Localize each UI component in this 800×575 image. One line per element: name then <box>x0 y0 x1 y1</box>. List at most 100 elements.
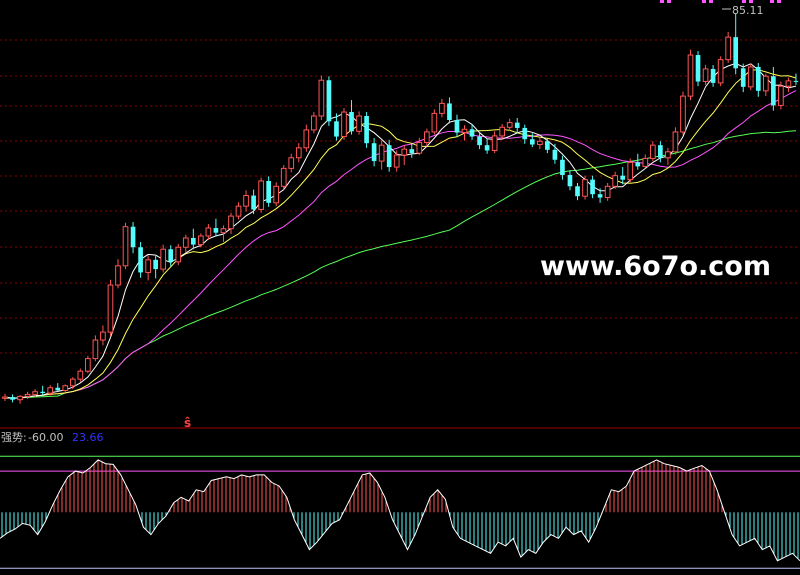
candle-body <box>138 247 143 273</box>
candle <box>620 167 626 185</box>
candle <box>303 124 310 152</box>
candle <box>122 222 129 270</box>
candle <box>506 118 513 131</box>
indicator-label: 强势: <box>1 431 27 444</box>
candle-body <box>695 55 701 82</box>
candle-body <box>243 195 249 207</box>
candle-body <box>477 136 482 146</box>
candle <box>40 385 45 396</box>
candle <box>341 108 347 140</box>
candle-body <box>153 259 158 270</box>
top-tick-2 <box>702 0 706 3</box>
candle-body <box>100 331 106 341</box>
candle <box>401 145 408 166</box>
candle <box>717 56 724 87</box>
candle-body <box>560 159 565 176</box>
candle-body <box>17 395 23 401</box>
candle <box>702 64 709 85</box>
candle <box>545 137 550 154</box>
candle-body <box>447 103 452 120</box>
candle <box>710 64 716 87</box>
candle-body <box>665 151 671 159</box>
candle-body <box>115 265 121 286</box>
candle <box>590 175 595 199</box>
candle <box>280 165 287 190</box>
candle-body <box>168 249 174 262</box>
candle <box>461 125 468 141</box>
candlestick-series <box>2 13 799 404</box>
candle-body <box>378 144 385 162</box>
candle <box>665 147 671 166</box>
top-tick-4 <box>742 0 746 3</box>
candle <box>582 175 588 200</box>
candle <box>190 228 196 250</box>
candle-body <box>205 227 212 237</box>
candle <box>198 233 204 248</box>
candle <box>687 49 694 101</box>
candle <box>10 394 15 403</box>
candle <box>318 75 325 120</box>
candle-body <box>24 393 31 397</box>
candle-body <box>266 180 271 203</box>
candle <box>447 97 452 124</box>
candle-body <box>454 119 460 133</box>
main-chart-grid <box>0 39 800 429</box>
candle-body <box>280 167 287 187</box>
candle-body <box>755 66 761 91</box>
candle-body <box>288 157 295 169</box>
candle <box>740 63 746 93</box>
candle <box>785 77 792 93</box>
candle <box>251 189 256 215</box>
candle-body <box>326 80 332 122</box>
candle <box>371 137 377 167</box>
candle <box>107 279 114 337</box>
candle <box>695 51 701 87</box>
candle <box>725 31 731 63</box>
candle-body <box>597 194 603 198</box>
candle <box>393 150 400 172</box>
candle-body <box>213 228 219 233</box>
candle-body <box>235 205 242 217</box>
candle-body <box>130 226 136 248</box>
candle <box>514 118 520 134</box>
candle <box>92 335 99 362</box>
top-tick-0 <box>660 0 664 3</box>
candle-body <box>62 385 69 391</box>
candle <box>295 143 302 163</box>
candle-body <box>251 195 256 210</box>
candle-body <box>733 37 739 69</box>
candle-body <box>529 139 535 145</box>
candle-body <box>545 141 550 150</box>
candle-body <box>424 131 430 144</box>
candle <box>733 13 739 75</box>
candle-body <box>386 145 392 168</box>
candle-body <box>228 215 234 230</box>
candle-body <box>85 358 91 372</box>
high-price-label: 85.11 <box>732 4 764 17</box>
candle <box>168 245 174 267</box>
candle-body <box>341 111 347 138</box>
indicator-secondary-value: 23.66 <box>72 431 104 444</box>
candle <box>672 127 679 155</box>
candle-body <box>537 140 543 146</box>
candle <box>378 140 385 170</box>
candle-body <box>635 162 641 167</box>
candle-body <box>785 80 792 87</box>
candle-body <box>680 95 686 133</box>
candle <box>642 154 649 169</box>
candle-body <box>356 115 362 132</box>
candle-body <box>627 161 634 181</box>
candle-body <box>303 129 310 149</box>
candle-body <box>92 339 99 360</box>
candle <box>356 111 362 135</box>
candle-body <box>160 248 167 270</box>
candle-body <box>190 237 196 245</box>
candle-body <box>311 115 317 131</box>
candle-body <box>506 122 513 128</box>
candle-body <box>514 122 520 128</box>
candle <box>182 234 189 253</box>
candle <box>62 384 69 393</box>
candle <box>409 143 415 158</box>
candle-body <box>710 68 716 83</box>
candle <box>649 141 656 162</box>
